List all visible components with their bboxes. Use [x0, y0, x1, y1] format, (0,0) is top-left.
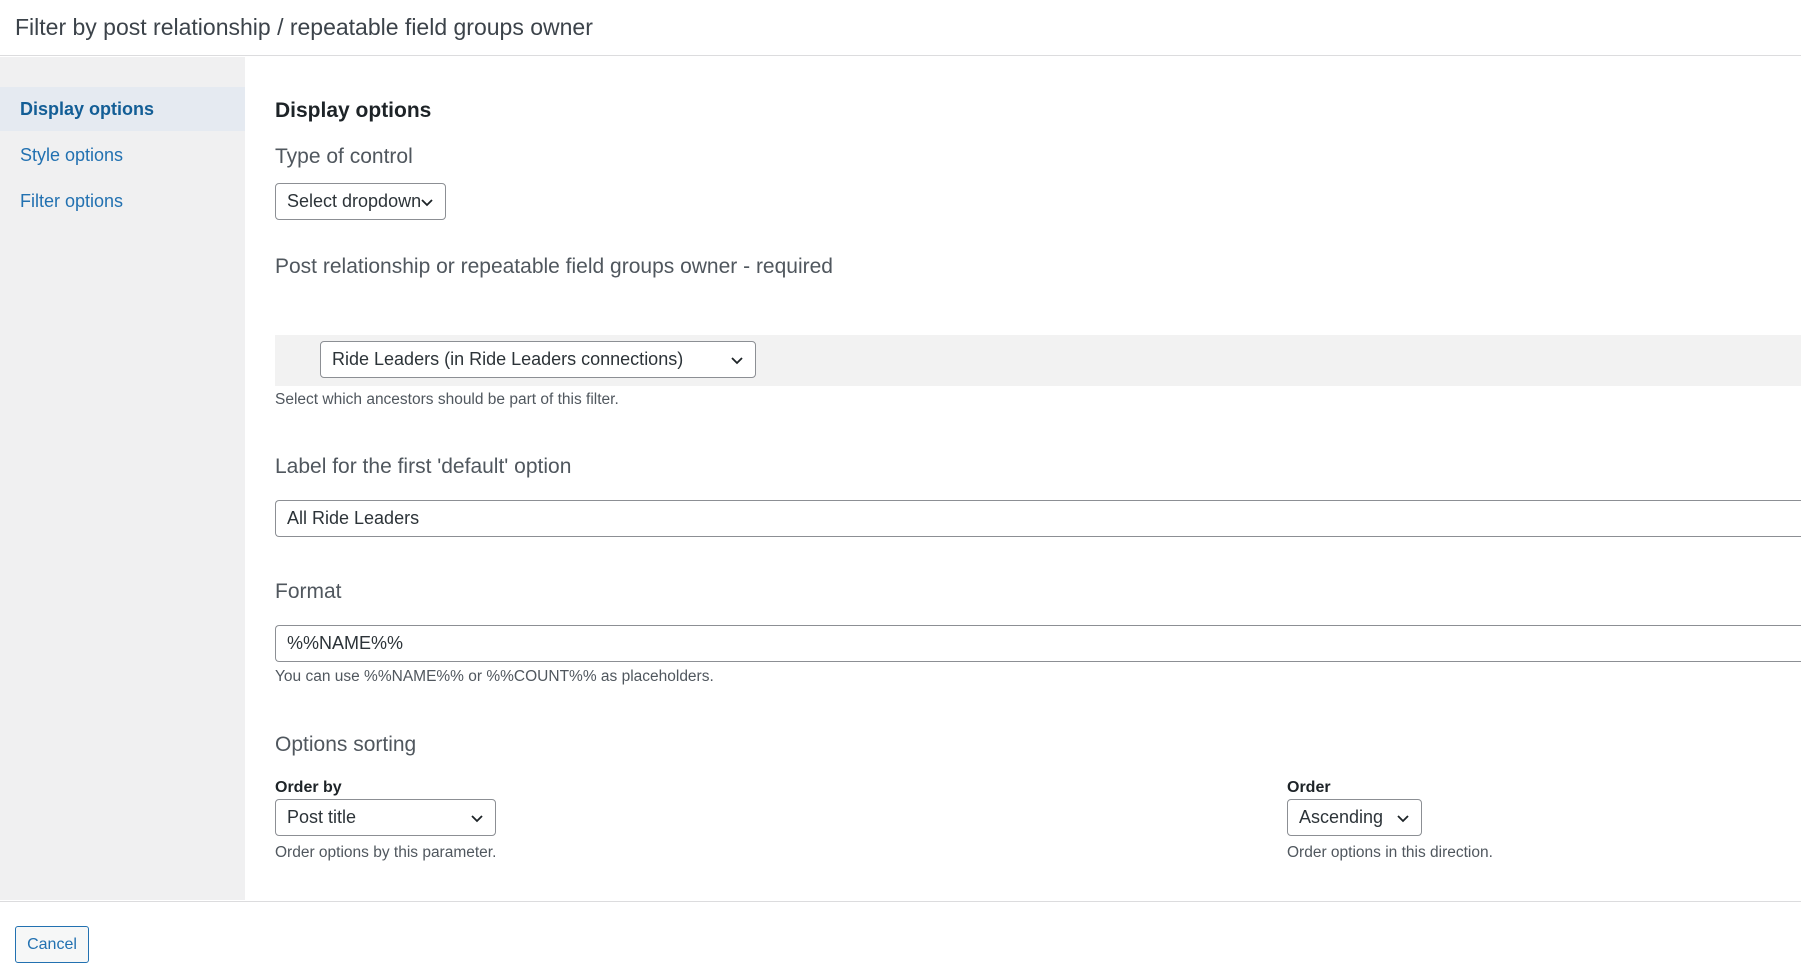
relationship-help: Select which ancestors should be part of…: [275, 391, 619, 408]
order-label: Order: [1287, 779, 1331, 796]
relationship-select[interactable]: Ride Leaders (in Ride Leaders connection…: [320, 341, 756, 378]
format-help: You can use %%NAME%% or %%COUNT%% as pla…: [275, 668, 714, 685]
order-select[interactable]: Ascending: [1287, 799, 1422, 836]
relationship-value: Ride Leaders (in Ride Leaders connection…: [332, 349, 684, 369]
dialog-footer: Cancel: [0, 901, 1801, 971]
dialog-body: Display options Style options Filter opt…: [0, 57, 1801, 900]
order-by-help: Order options by this parameter.: [275, 844, 497, 861]
filter-dialog: Filter by post relationship / repeatable…: [0, 0, 1801, 971]
order-by-label: Order by: [275, 779, 342, 796]
sidebar-item-display-options[interactable]: Display options: [0, 87, 245, 131]
main-content: Display options Type of control Select d…: [245, 57, 1801, 900]
type-of-control-value: Select dropdown: [287, 191, 422, 211]
order-help: Order options in this direction.: [1287, 844, 1493, 861]
order-by-select[interactable]: Post title: [275, 799, 496, 836]
chevron-down-icon: [731, 356, 743, 364]
dialog-title: Filter by post relationship / repeatable…: [15, 14, 593, 40]
order-value: Ascending: [1299, 807, 1384, 827]
relationship-label: Post relationship or repeatable field gr…: [275, 255, 833, 278]
type-of-control-select[interactable]: Select dropdown: [275, 183, 446, 220]
dialog-header: Filter by post relationship / repeatable…: [0, 0, 1801, 56]
format-label: Format: [275, 580, 342, 603]
format-input[interactable]: [275, 625, 1801, 662]
section-heading: Display options: [275, 99, 432, 122]
chevron-down-icon: [471, 814, 483, 822]
sidebar: Display options Style options Filter opt…: [0, 57, 245, 900]
default-option-label: Label for the first 'default' option: [275, 455, 572, 478]
type-of-control-label: Type of control: [275, 145, 413, 168]
sidebar-item-style-options[interactable]: Style options: [0, 133, 245, 177]
chevron-down-icon: [1397, 814, 1409, 822]
options-sorting-label: Options sorting: [275, 733, 417, 756]
cancel-button[interactable]: Cancel: [15, 926, 89, 963]
order-by-value: Post title: [287, 807, 357, 827]
chevron-down-icon: [421, 198, 433, 206]
default-option-input[interactable]: [275, 500, 1801, 537]
sidebar-item-filter-options[interactable]: Filter options: [0, 179, 245, 223]
